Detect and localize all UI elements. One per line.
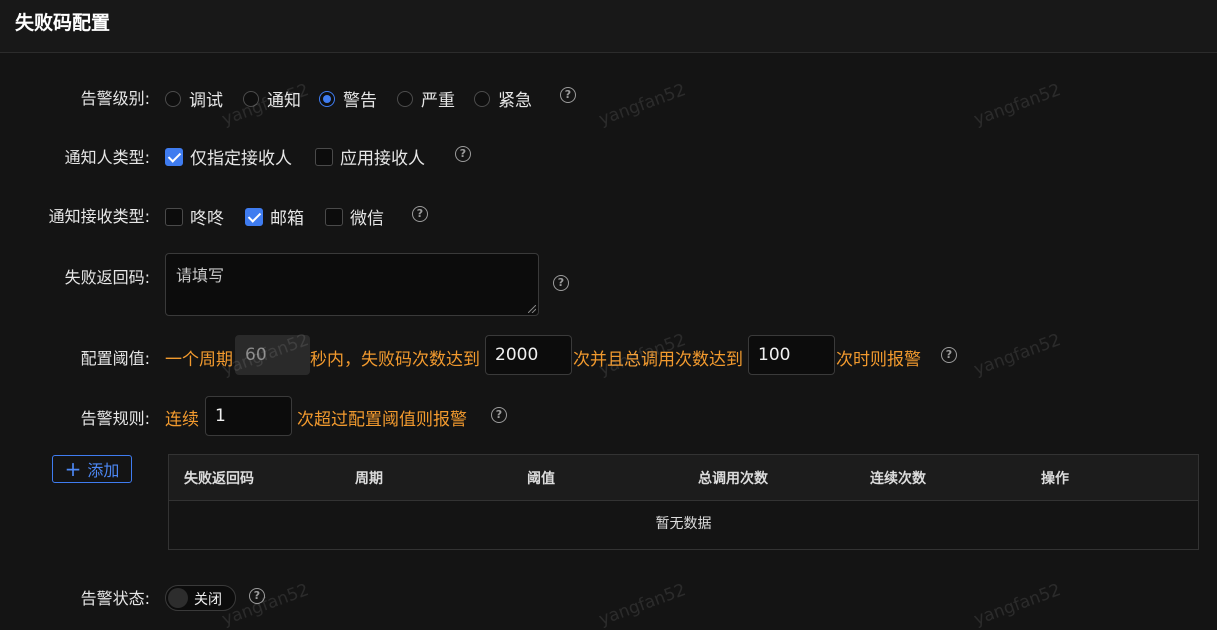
checkbox-checked-icon [245,207,263,226]
help-icon[interactable]: ? [412,206,428,222]
fail-codes-label: 失败返回码: [64,268,150,287]
help-icon[interactable]: ? [560,87,576,103]
checkbox-icon [315,147,333,166]
consecutive-input[interactable]: 1 [205,396,292,436]
notifier-type-label: 通知人类型: [64,148,150,167]
checkbox-email[interactable]: 邮箱 [245,204,304,229]
textarea-placeholder: 请填写 [176,266,225,285]
watermark: yangfan52 [219,580,312,630]
radio-icon [397,90,413,107]
column-header: 总调用次数 [698,471,768,487]
watermark: yangfan52 [971,80,1064,130]
help-icon[interactable]: ? [941,347,957,363]
page-title: 失败码配置 [15,12,111,34]
fail-codes-textarea[interactable]: 请填写 [165,253,539,316]
radio-level-warning[interactable]: 警告 [319,86,377,111]
watermark: yangfan52 [596,80,689,130]
fail-code-table: 失败返回码 周期 阈值 总调用次数 连续次数 操作 暂无数据 [168,454,1199,550]
total-count-input[interactable]: 100 [748,335,835,375]
plus-icon: + [64,457,82,481]
add-button[interactable]: + 添加 [52,455,132,483]
column-header: 周期 [355,471,383,487]
checkbox-app-receivers[interactable]: 应用接收人 [315,144,425,169]
rule-text-end: 次超过配置阈值则报警 [297,410,467,430]
watermark: yangfan52 [971,580,1064,630]
help-icon[interactable]: ? [491,407,507,423]
column-header: 操作 [1041,471,1069,487]
radio-level-severe[interactable]: 严重 [397,86,455,111]
threshold-label: 配置阈值: [80,349,150,368]
checkbox-icon [165,207,183,226]
notify-channel-label: 通知接收类型: [48,207,150,226]
radio-checked-icon [319,90,335,107]
checkbox-wechat[interactable]: 微信 [325,204,384,229]
radio-level-urgent[interactable]: 紧急 [474,86,532,111]
rule-text-consecutive: 连续 [165,410,199,430]
alarm-rule-label: 告警规则: [80,409,150,428]
alarm-status-label: 告警状态: [80,589,150,608]
page-header: 失败码配置 [0,0,1217,53]
help-icon[interactable]: ? [553,275,569,291]
switch-knob [168,588,188,608]
radio-icon [165,90,181,107]
table-empty-text: 暂无数据 [655,516,712,532]
watermark: yangfan52 [596,580,689,630]
column-header: 连续次数 [870,471,926,487]
checkbox-designated-receivers[interactable]: 仅指定接收人 [165,144,292,169]
checkbox-dongdong[interactable]: 咚咚 [165,204,224,229]
column-header: 失败返回码 [184,471,254,487]
threshold-text-fail: 秒内，失败码次数达到 [310,350,480,370]
switch-text: 关闭 [194,592,222,608]
column-header: 阈值 [527,471,555,487]
fail-count-input[interactable]: 2000 [485,335,572,375]
radio-icon [474,90,490,107]
alarm-level-label: 告警级别: [80,89,150,108]
watermark: yangfan52 [971,330,1064,380]
radio-level-debug[interactable]: 调试 [165,86,223,111]
checkbox-icon [325,207,343,226]
resize-handle-icon[interactable] [528,305,536,313]
help-icon[interactable]: ? [455,146,471,162]
alarm-status-switch[interactable]: 关闭 [165,585,236,611]
checkbox-checked-icon [165,147,183,166]
table-header: 失败返回码 周期 阈值 总调用次数 连续次数 操作 [169,455,1198,501]
threshold-text-end: 次时则报警 [836,350,921,370]
